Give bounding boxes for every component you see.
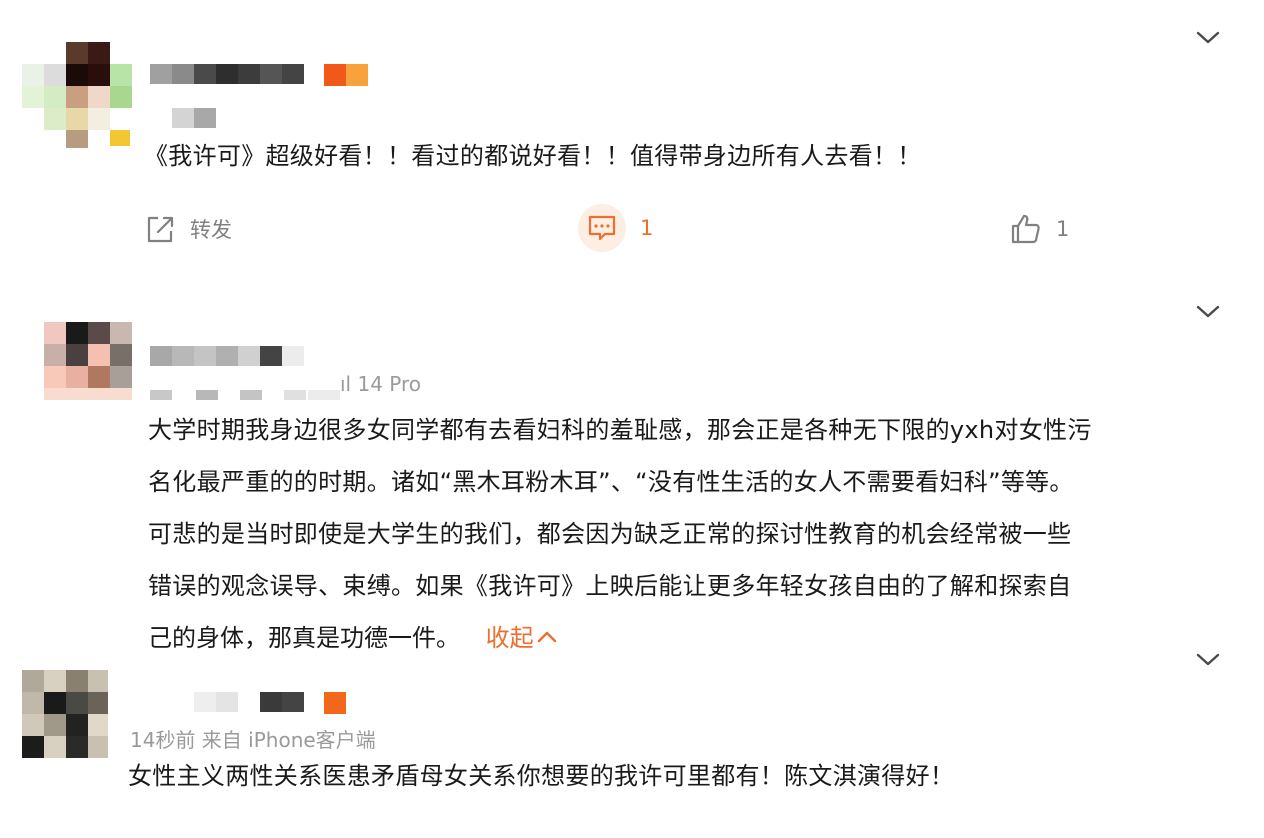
avatar[interactable] (20, 42, 132, 148)
like-button[interactable]: 1 (1010, 212, 1069, 246)
user-badge (282, 346, 304, 366)
timestamp-source: 14秒前 来自 iPhone客户端 (130, 728, 376, 752)
comment-line: 可悲的是当时即使是大学生的我们，都会因为缺乏正常的探讨性教育的机会经常被一些 (148, 520, 1072, 548)
comment-item: ıl 14 Pro 大学时期我身边很多女同学都有去看妇科的羞耻感，那会正是各种无… (0, 290, 1264, 652)
comment-text: 大学时期我身边很多女同学都有去看妇科的羞耻感，那会正是各种无下限的yxh对女性污… (148, 404, 1228, 664)
chevron-down-icon[interactable] (1196, 304, 1220, 320)
chevron-up-icon (537, 631, 556, 643)
comment-line: 错误的观念误导、束缚。如果《我许可》上映后能让更多年轻女孩自由的了解和探索自 (148, 572, 1072, 600)
thumbs-up-icon (1011, 214, 1040, 244)
chevron-down-icon[interactable] (1196, 30, 1220, 46)
meta-info (172, 108, 218, 128)
repost-label: 转发 (190, 218, 232, 242)
meta-info: ıl 14 Pro (150, 372, 450, 400)
comment-text: 《我许可》超级好看！！看过的都说好看！！值得带身边所有人去看！！ (144, 142, 922, 170)
repost-button[interactable]: 转发 (144, 212, 232, 246)
chevron-down-icon[interactable] (1196, 652, 1220, 668)
avatar[interactable] (22, 670, 108, 758)
avatar[interactable] (44, 322, 132, 402)
comment-button[interactable]: 1 (578, 204, 653, 252)
comment-text: 女性主义两性关系医患矛盾母女关系你想要的我许可里都有！陈文淇演得好！ (128, 762, 955, 790)
user-badge (324, 692, 346, 714)
comment-count: 1 (640, 216, 654, 240)
comment-line: 大学时期我身边很多女同学都有去看妇科的羞耻感，那会正是各种无下限的yxh对女性污 (148, 416, 1092, 444)
comment-icon (578, 204, 626, 252)
user-badge (324, 64, 368, 86)
like-count: 1 (1056, 217, 1070, 241)
comment-line: 名化最严重的的时期。诸如“黑木耳粉木耳”、“没有性生活的女人不需要看妇科”等等。 (148, 468, 1074, 496)
comment-item: 《我许可》超级好看！！看过的都说好看！！值得带身边所有人去看！！ 转发 1 1 (0, 0, 1264, 290)
device-label: ıl 14 Pro (340, 372, 422, 396)
comment-item: 14秒前 来自 iPhone客户端 女性主义两性关系医患矛盾母女关系你想要的我许… (0, 648, 1264, 838)
share-icon (147, 216, 174, 243)
